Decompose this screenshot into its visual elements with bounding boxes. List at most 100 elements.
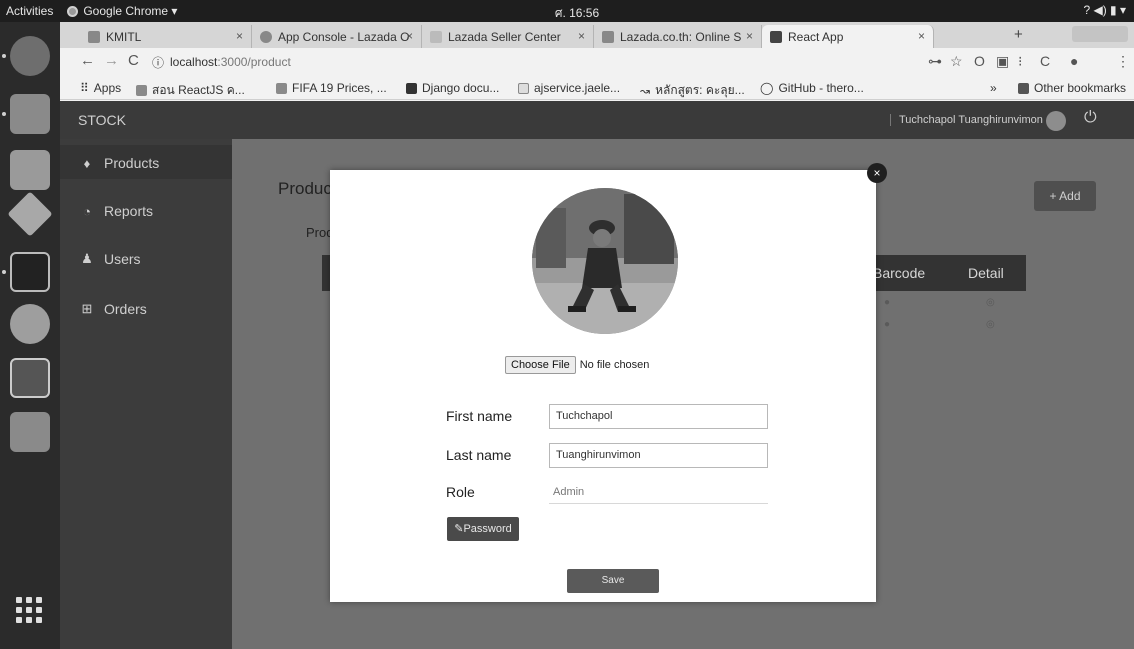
role-underline (549, 503, 768, 504)
chrome-icon (67, 5, 79, 17)
screenshot-dock-icon[interactable] (10, 412, 50, 452)
brand-logo[interactable]: STOCK (78, 112, 126, 128)
bookmark-label: Django docu... (422, 81, 500, 95)
reload-button[interactable]: C (128, 52, 139, 69)
system-status-icons[interactable]: ? ◀) ▮ ▾ (1083, 3, 1126, 17)
tab-kmitl[interactable]: KMITL × (80, 25, 252, 48)
app-menu[interactable]: Google Chrome ▾ (67, 4, 177, 18)
react-favicon (770, 30, 782, 43)
logout-icon[interactable]: ⏻ (1084, 109, 1097, 127)
tab-label: Lazada.co.th: Online S (620, 29, 742, 44)
column-header-detail: Detail (968, 265, 1004, 281)
video-icon (136, 85, 147, 96)
files-dock-icon[interactable] (10, 94, 50, 134)
role-field[interactable]: Admin (553, 486, 584, 498)
app-console-favicon (260, 30, 272, 43)
bookmark-item[interactable]: Django docu... (406, 81, 499, 95)
avatar[interactable] (1046, 111, 1066, 131)
tab-label: App Console - Lazada O (278, 29, 410, 44)
tab-app-console[interactable]: App Console - Lazada O × (252, 25, 422, 48)
activities-button[interactable]: Activities (6, 4, 53, 18)
bookmarks-bar: ⠿ Apps สอน ReactJS ค... FIFA 19 Prices, .… (60, 76, 1134, 100)
tab-seller-center[interactable]: Lazada Seller Center × (422, 25, 594, 48)
window-controls[interactable] (1072, 26, 1128, 42)
detail-icon[interactable]: ◎ (986, 319, 995, 330)
first-name-label: First name (446, 408, 513, 424)
save-button[interactable]: Save (567, 569, 659, 593)
clock[interactable]: ศ. 16:56 (532, 4, 622, 23)
bookmark-other[interactable]: Other bookmarks (1018, 81, 1126, 95)
forward-button[interactable]: → (104, 52, 119, 69)
extension-icon[interactable]: ▣ (996, 53, 1009, 70)
close-tab-icon[interactable]: × (578, 29, 585, 43)
postman-dock-icon[interactable] (10, 304, 50, 344)
close-tab-icon[interactable]: × (746, 29, 753, 43)
close-modal-button[interactable]: × (867, 163, 887, 183)
software-dock-icon[interactable] (10, 150, 50, 190)
address-bar[interactable]: ⓘ localhost:3000/product (152, 51, 902, 73)
github-icon: ◯ (760, 81, 774, 95)
bookmark-label: Apps (93, 81, 122, 95)
sublime-dock-icon[interactable] (7, 191, 53, 237)
extension-icon[interactable]: C (1040, 53, 1050, 69)
menu-icon[interactable]: ⋮ (1116, 53, 1130, 70)
profile-icon[interactable]: ● (1070, 53, 1078, 69)
choose-file-button[interactable]: Choose File (505, 356, 576, 374)
bookmark-item[interactable]: ajservice.jaele... (518, 81, 620, 95)
system-top-bar: Activities Google Chrome ▾ ศ. 16:56 ? ◀)… (0, 0, 1134, 22)
sidebar-item-users[interactable]: ♟ Users (80, 251, 140, 267)
column-header-barcode: Barcode (873, 265, 926, 281)
browser-toolbar: ← → C ⓘ localhost:3000/product ⊶ ☆ O ▣ ⁝… (60, 48, 1134, 76)
user-name: Tuchchapol Tuanghirunvimon (890, 114, 1043, 126)
key-icon[interactable]: ⊶ (928, 53, 942, 70)
django-icon (406, 82, 417, 94)
tab-lazada[interactable]: Lazada.co.th: Online S × (594, 25, 762, 48)
close-tab-icon[interactable]: × (918, 29, 925, 43)
barcode-icon[interactable]: ● (884, 319, 890, 330)
tab-react-app[interactable]: React App × (762, 25, 934, 48)
opera-extension-icon[interactable]: O (974, 53, 985, 69)
no-file-text: No file chosen (579, 359, 650, 371)
sidebar: ♦ Products ◔ Reports ♟ Users ⊞ Orders (60, 139, 232, 649)
profile-photo-image (532, 188, 678, 334)
bookmark-label: สอน ReactJS ค... (152, 83, 245, 97)
password-button[interactable]: ✎Password (447, 517, 519, 541)
bookmark-label: FIFA 19 Prices, ... (292, 81, 387, 95)
add-product-button[interactable]: + Add (1034, 181, 1096, 211)
bookmark-label: หลักสูตร: คะลุย... (655, 83, 745, 97)
show-applications-icon[interactable] (16, 597, 42, 623)
sidebar-item-reports[interactable]: ◔ Reports (80, 203, 153, 219)
detail-icon[interactable]: ◎ (986, 297, 995, 308)
bookmark-item[interactable]: ↝ หลักสูตร: คะลุย... (640, 81, 745, 100)
bookmark-star-icon[interactable]: ☆ (950, 53, 963, 70)
bookmark-apps[interactable]: ⠿ Apps (80, 81, 121, 95)
arrow-icon: ↝ (640, 83, 651, 98)
bookmark-item[interactable]: สอน ReactJS ค... (136, 81, 245, 100)
terminal-dock-icon[interactable] (10, 252, 50, 292)
bookmarks-overflow[interactable]: » (990, 81, 997, 95)
tag-icon: ♦ (83, 155, 91, 171)
pycharm-dock-icon[interactable] (10, 358, 50, 398)
close-tab-icon[interactable]: × (236, 29, 243, 43)
password-button-label: Password (463, 523, 512, 535)
first-name-field[interactable]: Tuchchapol (549, 404, 768, 429)
folder-icon (1018, 82, 1029, 94)
sidebar-item-products[interactable]: ♦ Products (80, 155, 160, 171)
info-icon: ⓘ (152, 55, 165, 70)
new-tab-button[interactable]: + (1014, 26, 1023, 43)
screen: Activities Google Chrome ▾ ศ. 16:56 ? ◀)… (0, 0, 1134, 649)
chrome-dock-icon[interactable] (10, 36, 50, 76)
dock (0, 22, 60, 649)
last-name-field[interactable]: Tuanghirunvimon (549, 443, 768, 468)
extension-icon[interactable]: ⁝ (1018, 53, 1022, 70)
sidebar-item-orders[interactable]: ⊞ Orders (80, 301, 147, 317)
tab-label: Lazada Seller Center (448, 29, 561, 44)
back-button[interactable]: ← (80, 52, 95, 69)
close-tab-icon[interactable]: × (406, 29, 413, 43)
edit-profile-modal: × Choose File No file chosen First name (330, 163, 887, 602)
barcode-icon[interactable]: ● (884, 297, 890, 308)
bookmark-item[interactable]: FIFA 19 Prices, ... (276, 81, 387, 95)
url-path: :3000/product (217, 55, 291, 69)
pie-icon: ◔ (83, 203, 91, 219)
bookmark-item[interactable]: ◯ GitHub - thero... (760, 81, 864, 95)
